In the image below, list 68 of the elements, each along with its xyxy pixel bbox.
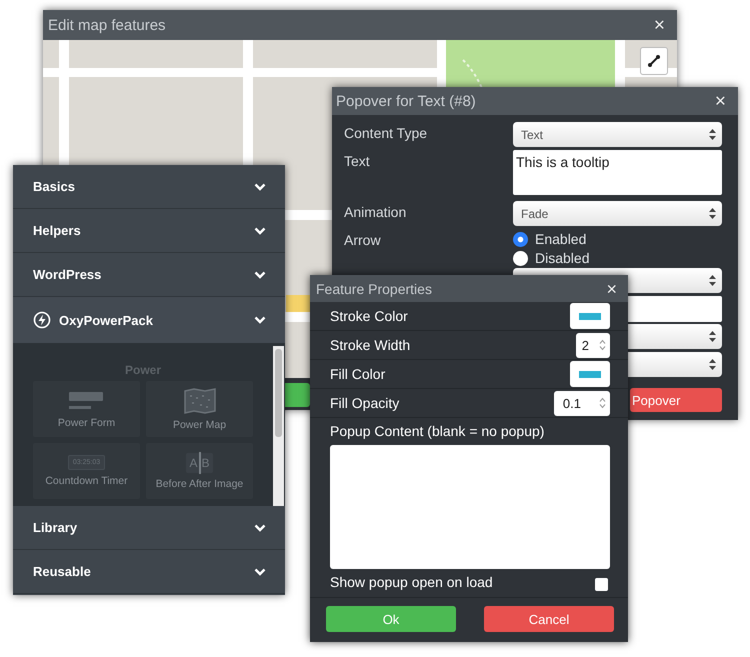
field-value: 0.1	[562, 396, 581, 410]
field-value: 2	[582, 338, 589, 352]
radio-label: Enabled	[535, 231, 586, 247]
close-button[interactable]: ×	[712, 92, 728, 110]
field-label: Animation	[344, 203, 408, 220]
radio-button[interactable]	[513, 250, 528, 266]
field-label: Text	[344, 152, 371, 169]
field-label: Arrow	[344, 231, 382, 248]
close-button[interactable]: ×	[604, 280, 619, 298]
spinner-icon[interactable]	[599, 339, 606, 351]
select-value: Fade	[521, 206, 548, 220]
checkbox[interactable]	[595, 578, 608, 591]
spinner-icon[interactable]	[599, 397, 606, 409]
section-label: Basics	[33, 179, 75, 194]
section-label: Helpers	[33, 223, 81, 238]
section-header[interactable]: WordPress	[13, 253, 285, 297]
chevron-down-icon	[254, 270, 266, 278]
field-label: Stroke Width	[330, 337, 410, 353]
chevron-down-icon	[254, 568, 266, 576]
select-field[interactable]: Fade	[513, 201, 722, 226]
number-field[interactable]: 0.1	[554, 390, 610, 416]
section-header[interactable]: OxyPowerPack	[13, 297, 285, 343]
number-field[interactable]: 2	[576, 332, 610, 358]
window-title: Edit map features	[48, 16, 166, 34]
color-picker[interactable]	[570, 361, 610, 387]
radio-button[interactable]	[513, 232, 528, 246]
select-value: Text	[521, 128, 544, 142]
section-label: OxyPowerPack	[59, 312, 153, 328]
select-arrows-icon	[709, 129, 716, 140]
popover-button[interactable]: Popover	[630, 388, 722, 412]
select-arrows-icon	[709, 208, 716, 219]
line-icon	[647, 54, 661, 68]
select-field[interactable]: Text	[513, 122, 722, 147]
section-header[interactable]: Library	[13, 506, 285, 550]
section-header[interactable]: Basics	[13, 165, 285, 209]
window-title: Popover for Text (#8)	[336, 92, 476, 110]
section-label: Reusable	[33, 564, 91, 579]
element-tile[interactable]: Power Form	[33, 381, 140, 437]
form-icon	[68, 390, 104, 412]
radio-label: Disabled	[535, 250, 590, 266]
field-label: Fill Color	[330, 366, 386, 382]
window-title: Feature Properties	[316, 280, 432, 296]
select-arrows-icon	[709, 275, 716, 286]
close-button[interactable]: ×	[652, 16, 667, 34]
section-label: WordPress	[33, 267, 102, 282]
scrollbar[interactable]	[273, 346, 284, 506]
chevron-down-icon	[254, 226, 266, 234]
field-label: Content Type	[344, 124, 428, 141]
draw-line-button[interactable]	[640, 47, 668, 75]
field-label: Fill Opacity	[330, 395, 400, 411]
select-arrows-icon	[709, 359, 716, 370]
element-tile[interactable]: Power Map	[146, 381, 253, 437]
field-label: Popup Content (blank = no popup)	[329, 422, 546, 439]
chevron-down-icon	[254, 182, 266, 190]
field-label: Stroke Color	[330, 308, 408, 324]
chevron-down-icon	[254, 316, 266, 324]
select-arrows-icon	[709, 331, 716, 342]
confirm-button[interactable]	[285, 383, 310, 407]
cancel-button[interactable]: Cancel	[484, 606, 614, 632]
text-area[interactable]: This is a tooltip	[513, 150, 722, 195]
color-picker[interactable]	[570, 303, 610, 329]
map-icon	[184, 388, 216, 414]
section-label: Library	[33, 520, 78, 535]
section-header[interactable]: Reusable	[13, 550, 285, 594]
chevron-down-icon	[254, 524, 266, 532]
checkbox-label: Show popup open on load	[330, 574, 493, 590]
bolt-icon	[33, 311, 51, 329]
section-header[interactable]: Helpers	[13, 209, 285, 253]
